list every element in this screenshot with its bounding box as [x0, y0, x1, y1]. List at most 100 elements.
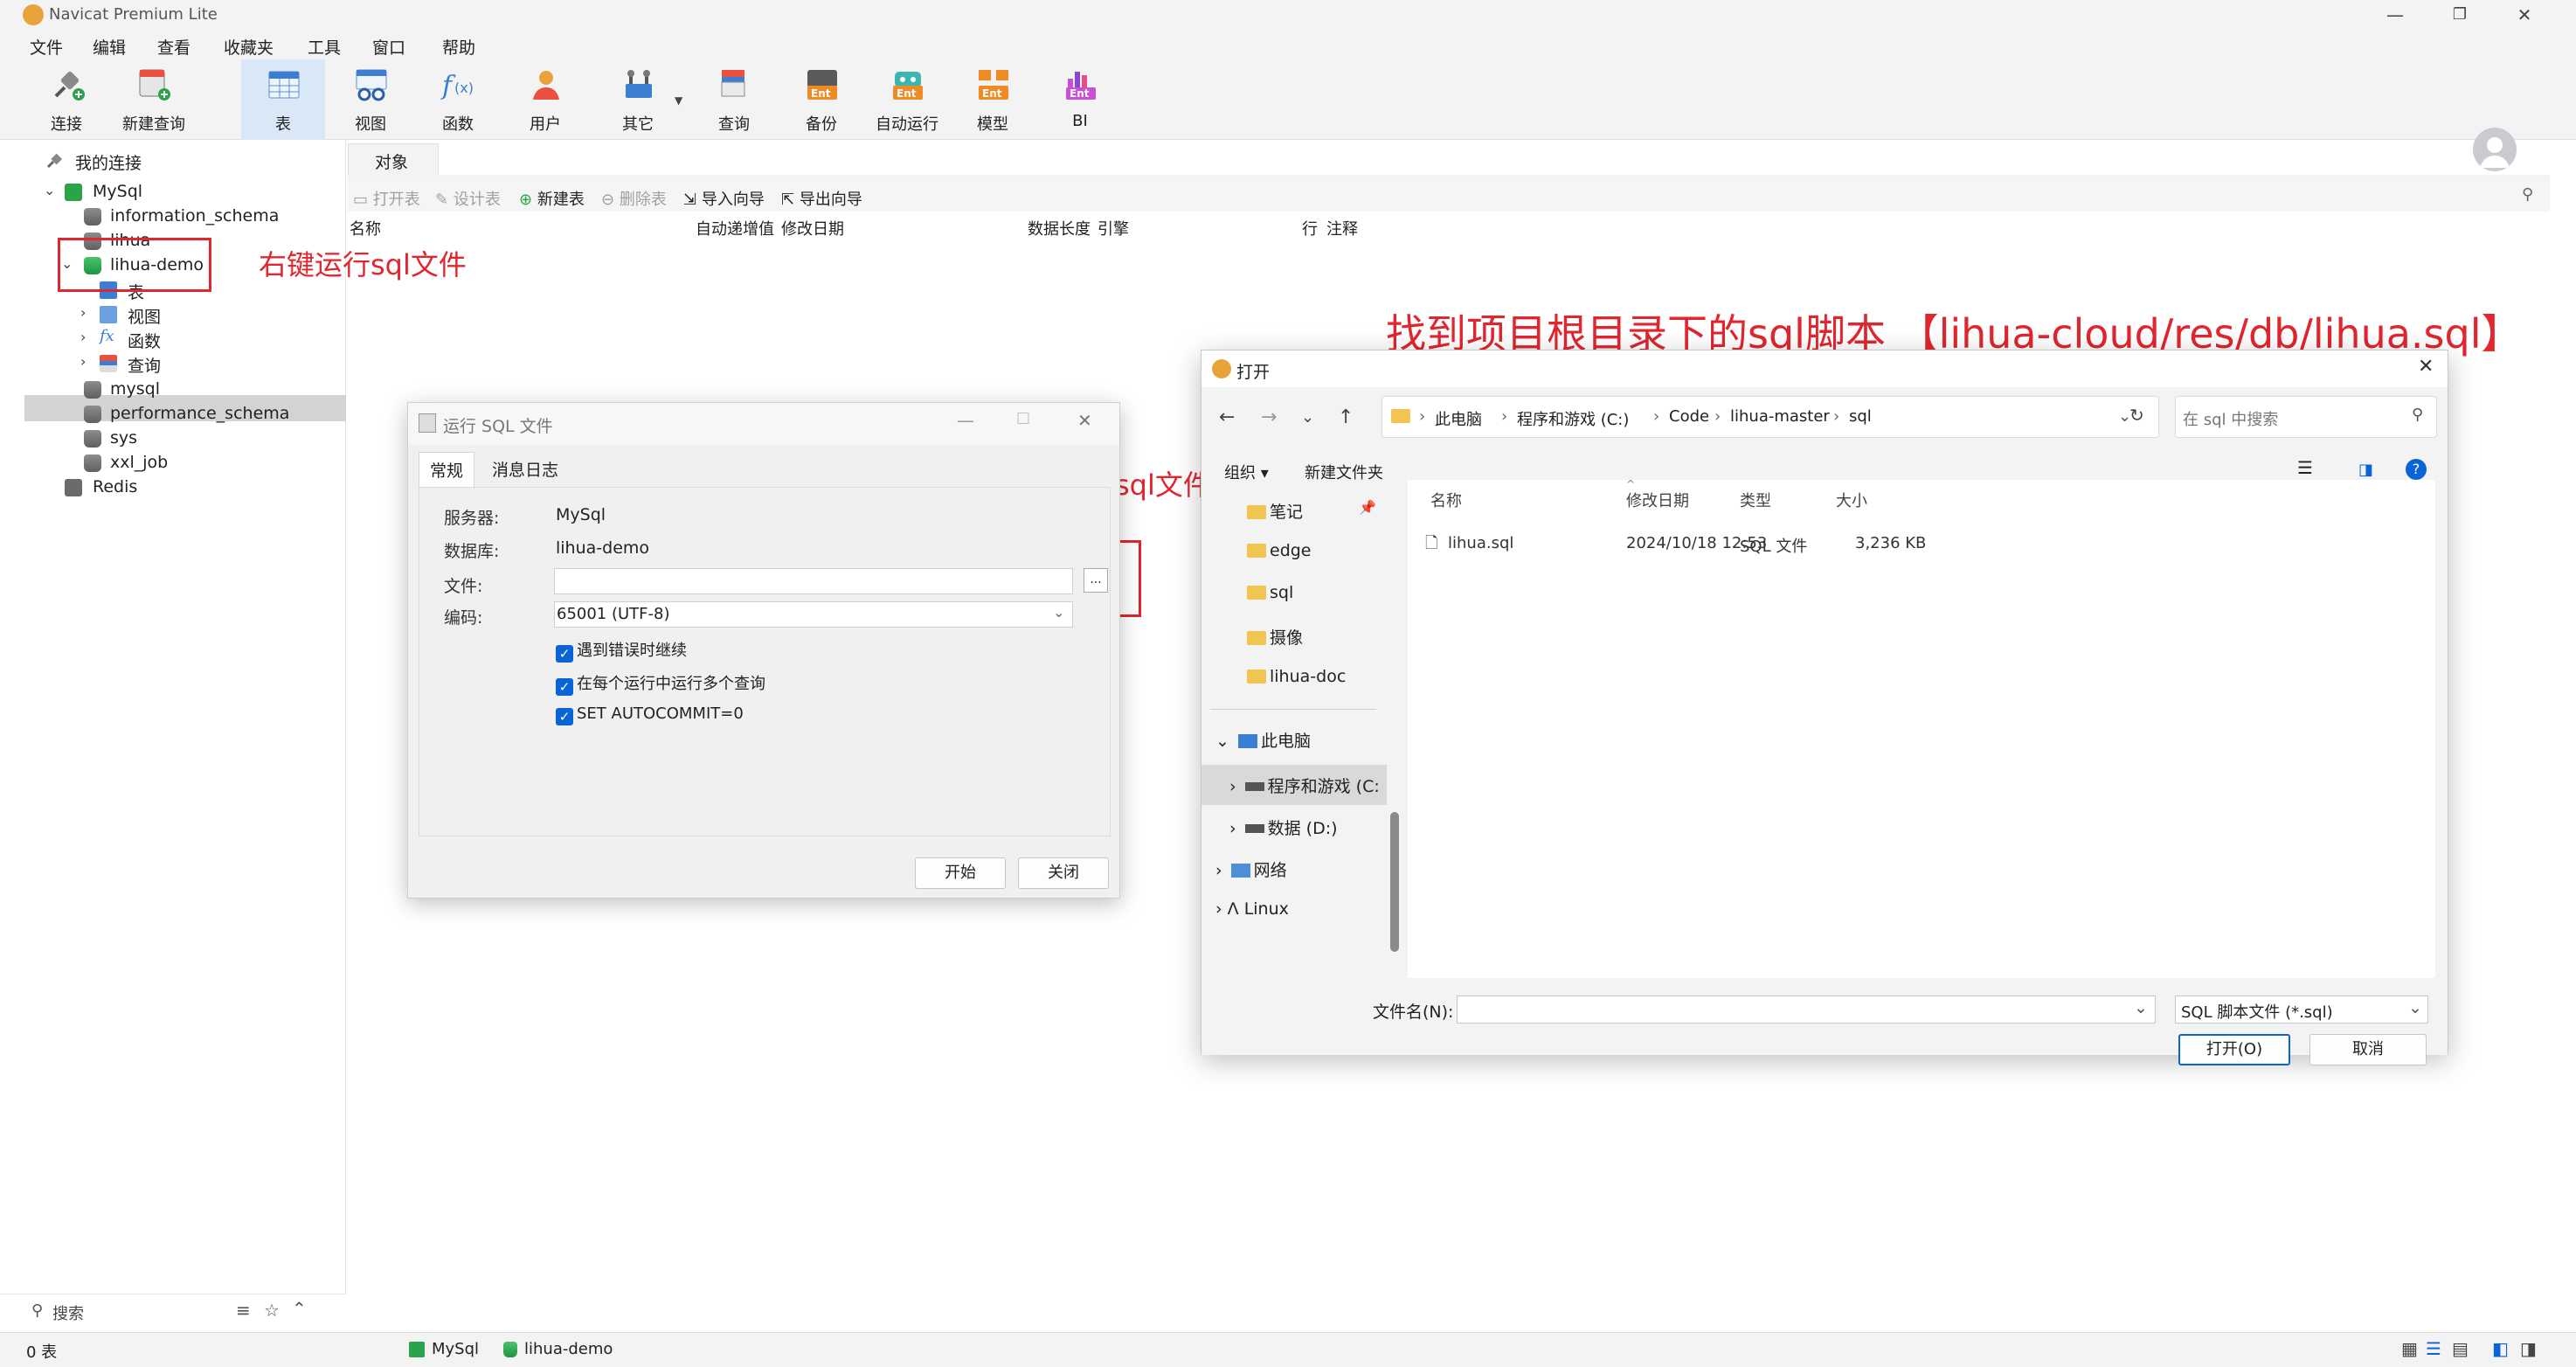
tool-bi[interactable]: Ent BI	[1038, 59, 1122, 140]
tree-item-db-mysql[interactable]: mysql	[0, 378, 346, 402]
tool-auto-run[interactable]: Ent 自动运行	[865, 59, 949, 140]
column-header-type[interactable]: 类型	[1740, 489, 1771, 511]
nav-item-lihua-doc[interactable]: lihua-doc	[1247, 667, 1346, 686]
browse-file-button[interactable]: ...	[1084, 568, 1108, 593]
help-icon[interactable]: ?	[2406, 459, 2427, 480]
menu-tools[interactable]: 工具	[308, 35, 341, 59]
tool-user[interactable]: 用户	[503, 59, 587, 140]
menu-edit[interactable]: 编辑	[93, 35, 126, 59]
tool-model[interactable]: Ent 模型	[951, 59, 1035, 140]
avatar[interactable]	[2473, 128, 2517, 171]
chevron-down-icon[interactable]: ⌄	[44, 182, 55, 198]
breadcrumb-lihua-master[interactable]: lihua-master	[1730, 407, 1830, 426]
tool-view[interactable]: 视图	[329, 59, 412, 140]
close-icon[interactable]: ✕	[2511, 2, 2538, 28]
info-pane-toggle-icon[interactable]: ◨	[2520, 1338, 2537, 1359]
export-wizard-button[interactable]: ⇱ 导出向导	[781, 187, 862, 210]
cancel-button[interactable]: 取消	[2309, 1034, 2427, 1065]
encoding-select[interactable]: 65001 (UTF-8) ⌄	[554, 601, 1073, 628]
tool-table[interactable]: 表	[241, 59, 325, 140]
open-table-button[interactable]: ▭ 打开表	[353, 187, 420, 210]
column-header-name[interactable]: 名称	[350, 217, 381, 239]
minimize-icon[interactable]: —	[957, 410, 974, 431]
column-header-data-length[interactable]: 数据长度	[1028, 217, 1091, 239]
column-header-name[interactable]: 名称	[1430, 489, 1462, 511]
tool-connect[interactable]: 连接	[24, 59, 108, 140]
close-icon[interactable]: ✕	[2418, 356, 2434, 378]
pin-icon[interactable]: 📌	[1359, 499, 1376, 516]
tab-message-log[interactable]: 消息日志	[492, 457, 558, 481]
nav-item-sql[interactable]: sql	[1247, 583, 1293, 602]
view-options-icon[interactable]: ☰	[2297, 457, 2313, 478]
tool-query[interactable]: 查询	[692, 59, 776, 140]
chevron-right-icon[interactable]: ›	[80, 353, 86, 370]
chevron-right-icon[interactable]: ›	[80, 329, 86, 345]
tool-new-query[interactable]: 新建查询	[112, 59, 196, 140]
refresh-icon[interactable]: ↻	[2129, 405, 2144, 426]
dropdown-arrow-icon[interactable]: ▼	[675, 94, 682, 107]
grid-view-icon[interactable]: ▦	[2401, 1338, 2418, 1359]
back-arrow-icon[interactable]: ←	[1219, 406, 1235, 428]
nav-item-edge[interactable]: edge	[1247, 541, 1312, 560]
checkbox-autocommit[interactable]: ✓ SET AUTOCOMMIT=0	[556, 704, 744, 725]
column-header-modified[interactable]: 修改日期	[1626, 489, 1689, 511]
list-view-icon[interactable]: ☰	[2426, 1338, 2441, 1359]
tree-item-redis[interactable]: Redis	[0, 475, 346, 500]
menu-favorites[interactable]: 收藏夹	[224, 35, 274, 59]
tree-item-db-information-schema[interactable]: information_schema	[0, 205, 346, 229]
import-wizard-button[interactable]: ⇲ 导入向导	[683, 187, 765, 210]
tree-item-views[interactable]: › 视图	[0, 302, 346, 327]
tab-general[interactable]: 常规	[419, 452, 475, 487]
breadcrumb-drive-c[interactable]: 程序和游戏 (C:)	[1517, 407, 1629, 430]
folder-search-input[interactable]: 在 sql 中搜索 ⚲	[2175, 396, 2437, 438]
menu-help[interactable]: 帮助	[442, 35, 475, 59]
column-header-modified[interactable]: 修改日期	[781, 217, 844, 239]
open-button[interactable]: 打开(O)	[2178, 1034, 2290, 1065]
maximize-icon[interactable]: ☐	[1016, 410, 1030, 428]
collapse-icon[interactable]: ⌃	[292, 1298, 307, 1319]
nav-item-network[interactable]: › 网络	[1215, 857, 1287, 881]
file-type-filter-select[interactable]: SQL 脚本文件 (*.sql) ⌄	[2175, 996, 2428, 1024]
restore-icon[interactable]: ❐	[2447, 2, 2473, 28]
preview-pane-icon[interactable]: ◨	[2358, 461, 2373, 479]
delete-table-button[interactable]: ⊖ 删除表	[601, 187, 667, 210]
tree-search-input[interactable]: 搜索	[52, 1301, 84, 1324]
search-icon[interactable]: ⚲	[2522, 185, 2533, 204]
new-table-button[interactable]: ⊕ 新建表	[519, 187, 585, 210]
nav-scrollbar[interactable]	[1390, 812, 1399, 952]
breadcrumb-this-pc[interactable]: 此电脑	[1435, 407, 1482, 430]
close-button[interactable]: 关闭	[1018, 857, 1109, 889]
detail-view-icon[interactable]: ▤	[2452, 1338, 2469, 1359]
nav-item-drive-c[interactable]: › 程序和游戏 (C:	[1229, 774, 1380, 797]
sidebar-toggle-icon[interactable]: ◧	[2492, 1338, 2509, 1359]
checkbox-continue-on-error[interactable]: ✓ 遇到错误时继续	[556, 638, 687, 663]
filename-input[interactable]: ⌄	[1457, 996, 2156, 1024]
nav-item-camera[interactable]: 摄像	[1247, 625, 1303, 649]
tab-objects[interactable]: 对象	[348, 143, 439, 175]
tree-item-functions[interactable]: › fx 函数	[0, 327, 346, 351]
chevron-right-icon[interactable]: ›	[80, 304, 86, 321]
column-header-comment[interactable]: 注释	[1326, 217, 1358, 239]
tree-root-my-connections[interactable]: 我的连接	[0, 149, 346, 173]
tree-item-mysql-connection[interactable]: ⌄ MySql	[0, 180, 346, 205]
nav-item-drive-d[interactable]: › 数据 (D:)	[1229, 815, 1338, 839]
tree-item-queries[interactable]: › 查询	[0, 351, 346, 376]
design-table-button[interactable]: ✎ 设计表	[435, 187, 501, 210]
menu-view[interactable]: 查看	[157, 35, 190, 59]
filter-icon[interactable]: ≡	[236, 1300, 251, 1321]
minimize-icon[interactable]: —	[2382, 2, 2408, 28]
menu-window[interactable]: 窗口	[372, 35, 405, 59]
nav-item-notes[interactable]: 笔记	[1247, 499, 1303, 523]
close-icon[interactable]: ✕	[1077, 410, 1092, 431]
file-row[interactable]: 🗋 lihua.sql 2024/10/18 12:53 SQL 文件 3,23…	[1408, 525, 2435, 564]
tool-backup[interactable]: Ent 备份	[779, 59, 863, 140]
start-button[interactable]: 开始	[915, 857, 1006, 889]
nav-item-this-pc[interactable]: ⌄ 此电脑	[1215, 728, 1311, 752]
breadcrumb-code[interactable]: Code	[1669, 407, 1709, 426]
column-header-auto-increment[interactable]: 自动递增值	[696, 217, 774, 239]
tool-function[interactable]: f (x) 函数	[416, 59, 500, 140]
breadcrumb-sql[interactable]: sql	[1849, 407, 1872, 426]
address-bar[interactable]: › 此电脑 › 程序和游戏 (C:) › Code › lihua-master…	[1381, 396, 2159, 438]
tree-item-db-performance-schema[interactable]: performance_schema	[0, 402, 346, 427]
tree-item-db-xxl-job[interactable]: xxl_job	[0, 451, 346, 475]
